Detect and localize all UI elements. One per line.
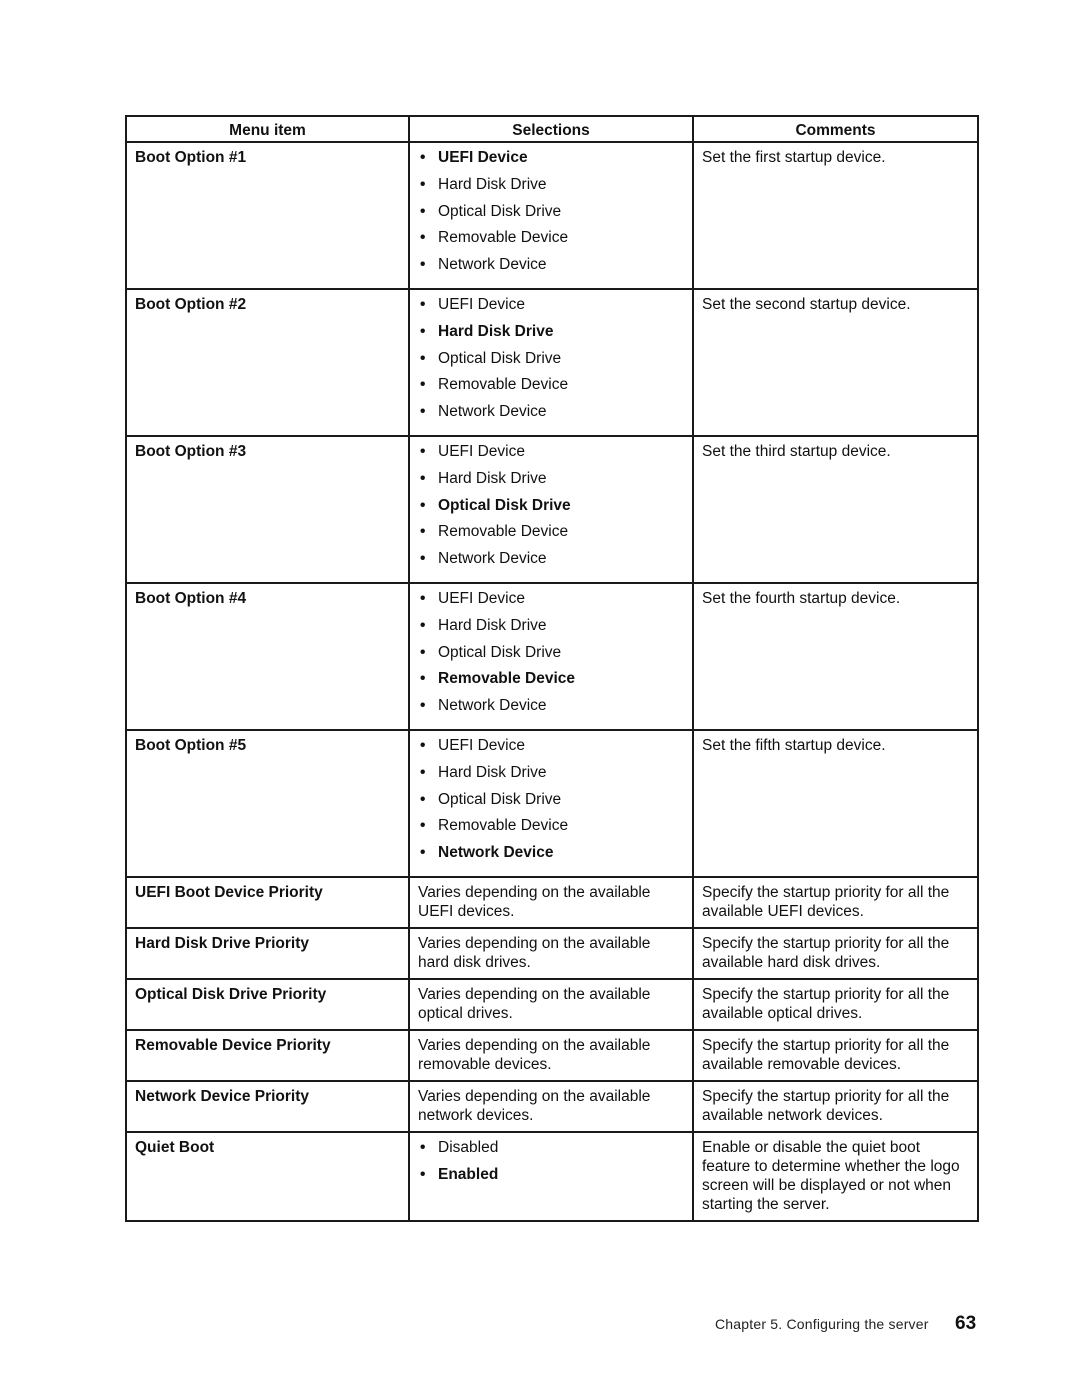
menu-item-cell: Removable Device Priority xyxy=(125,1028,410,1082)
selections-cell: Varies depending on the available UEFI d… xyxy=(408,875,694,929)
page-number: 63 xyxy=(955,1313,977,1334)
selections-cell: Varies depending on the available networ… xyxy=(408,1079,694,1133)
table-row: Boot Option #2UEFI DeviceHard Disk Drive… xyxy=(125,287,979,437)
selection-option: UEFI Device xyxy=(418,295,684,322)
selection-option: Removable Device xyxy=(418,228,684,255)
table-row: Removable Device Priority Varies dependin… xyxy=(125,1028,979,1082)
comment-cell: Set the third startup device. xyxy=(692,434,979,584)
table-row: Boot Option #1UEFI DeviceHard Disk Drive… xyxy=(125,141,979,290)
selection-option: Hard Disk Drive xyxy=(418,322,684,349)
selection-option: Disabled xyxy=(418,1138,684,1165)
menu-item-cell: Boot Option #4 xyxy=(125,581,410,731)
table-row: Boot Option #3UEFI DeviceHard Disk Drive… xyxy=(125,434,979,584)
menu-item-cell: Hard Disk Drive Priority xyxy=(125,926,410,980)
comment-cell: Specify the startup priority for all the… xyxy=(692,926,979,980)
table-row: Hard Disk Drive Priority Varies depending… xyxy=(125,926,979,980)
comment-cell: Specify the startup priority for all the… xyxy=(692,1079,979,1133)
table-row: Optical Disk Drive Priority Varies depend… xyxy=(125,977,979,1031)
header-comments: Comments xyxy=(692,115,979,143)
comment-cell: Set the fourth startup device. xyxy=(692,581,979,731)
selections-cell: UEFI DeviceHard Disk DriveOptical Disk D… xyxy=(408,287,694,437)
selection-option: UEFI Device xyxy=(418,736,684,763)
selection-option: Hard Disk Drive xyxy=(418,175,684,202)
table-row: Boot Option #5UEFI DeviceHard Disk Drive… xyxy=(125,728,979,878)
selections-cell: Varies depending on the available optica… xyxy=(408,977,694,1031)
selection-option: Removable Device xyxy=(418,816,684,843)
selection-option: Network Device xyxy=(418,549,684,576)
menu-item-cell: Boot Option #1 xyxy=(125,141,410,290)
comment-cell: Specify the startup priority for all the… xyxy=(692,977,979,1031)
comment-cell: Set the first startup device. xyxy=(692,141,979,290)
selection-list: UEFI DeviceHard Disk DriveOptical Disk D… xyxy=(418,442,684,576)
selection-option: Optical Disk Drive xyxy=(418,790,684,817)
footer-chapter: Chapter 5. Configuring the server xyxy=(715,1316,929,1332)
selection-option: Optical Disk Drive xyxy=(418,202,684,229)
selection-list: UEFI DeviceHard Disk DriveOptical Disk D… xyxy=(418,295,684,429)
selections-cell: UEFI DeviceHard Disk DriveOptical Disk D… xyxy=(408,728,694,878)
comment-cell: Specify the startup priority for all the… xyxy=(692,875,979,929)
menu-item-cell: Boot Option #3 xyxy=(125,434,410,584)
selection-option: Removable Device xyxy=(418,522,684,549)
boot-settings-table: Menu item Selections Comments Boot Optio… xyxy=(125,115,979,1222)
selection-list: UEFI DeviceHard Disk DriveOptical Disk D… xyxy=(418,148,684,282)
selection-option: Optical Disk Drive xyxy=(418,496,684,523)
table-row: UEFI Boot Device Priority Varies dependin… xyxy=(125,875,979,929)
menu-item-cell: UEFI Boot Device Priority xyxy=(125,875,410,929)
table-row: Network Device Priority Varies depending … xyxy=(125,1079,979,1133)
comment-cell: Set the second startup device. xyxy=(692,287,979,437)
selection-option: Network Device xyxy=(418,696,684,723)
menu-item-cell: Optical Disk Drive Priority xyxy=(125,977,410,1031)
selections-cell: UEFI DeviceHard Disk DriveOptical Disk D… xyxy=(408,141,694,290)
comment-cell: Set the fifth startup device. xyxy=(692,728,979,878)
table-header-row: Menu item Selections Comments xyxy=(125,115,979,143)
menu-item-cell: Quiet Boot xyxy=(125,1130,410,1222)
selection-option: UEFI Device xyxy=(418,442,684,469)
selection-option: UEFI Device xyxy=(418,589,684,616)
selection-option: Enabled xyxy=(418,1165,684,1192)
selection-option: Optical Disk Drive xyxy=(418,349,684,376)
selections-cell: UEFI DeviceHard Disk DriveOptical Disk D… xyxy=(408,581,694,731)
header-selections: Selections xyxy=(408,115,694,143)
selection-option: Network Device xyxy=(418,402,684,429)
header-menu-item: Menu item xyxy=(125,115,410,143)
comment-cell: Specify the startup priority for all the… xyxy=(692,1028,979,1082)
selections-cell: DisabledEnabled xyxy=(408,1130,694,1222)
table-row: Boot Option #4UEFI DeviceHard Disk Drive… xyxy=(125,581,979,731)
menu-item-cell: Network Device Priority xyxy=(125,1079,410,1133)
selection-option: Network Device xyxy=(418,255,684,282)
selection-option: UEFI Device xyxy=(418,148,684,175)
table-row: Quiet BootDisabledEnabledEnable or disab… xyxy=(125,1130,979,1222)
selections-cell: UEFI DeviceHard Disk DriveOptical Disk D… xyxy=(408,434,694,584)
comment-cell: Enable or disable the quiet boot feature… xyxy=(692,1130,979,1222)
selection-option: Removable Device xyxy=(418,669,684,696)
selection-option: Hard Disk Drive xyxy=(418,469,684,496)
selection-option: Network Device xyxy=(418,843,684,870)
selections-cell: Varies depending on the available hard d… xyxy=(408,926,694,980)
selection-option: Hard Disk Drive xyxy=(418,763,684,790)
selection-option: Hard Disk Drive xyxy=(418,616,684,643)
selections-cell: Varies depending on the available remova… xyxy=(408,1028,694,1082)
selection-option: Removable Device xyxy=(418,375,684,402)
selection-list: DisabledEnabled xyxy=(418,1138,684,1192)
selection-list: UEFI DeviceHard Disk DriveOptical Disk D… xyxy=(418,736,684,870)
menu-item-cell: Boot Option #5 xyxy=(125,728,410,878)
menu-item-cell: Boot Option #2 xyxy=(125,287,410,437)
selection-list: UEFI DeviceHard Disk DriveOptical Disk D… xyxy=(418,589,684,723)
selection-option: Optical Disk Drive xyxy=(418,643,684,670)
